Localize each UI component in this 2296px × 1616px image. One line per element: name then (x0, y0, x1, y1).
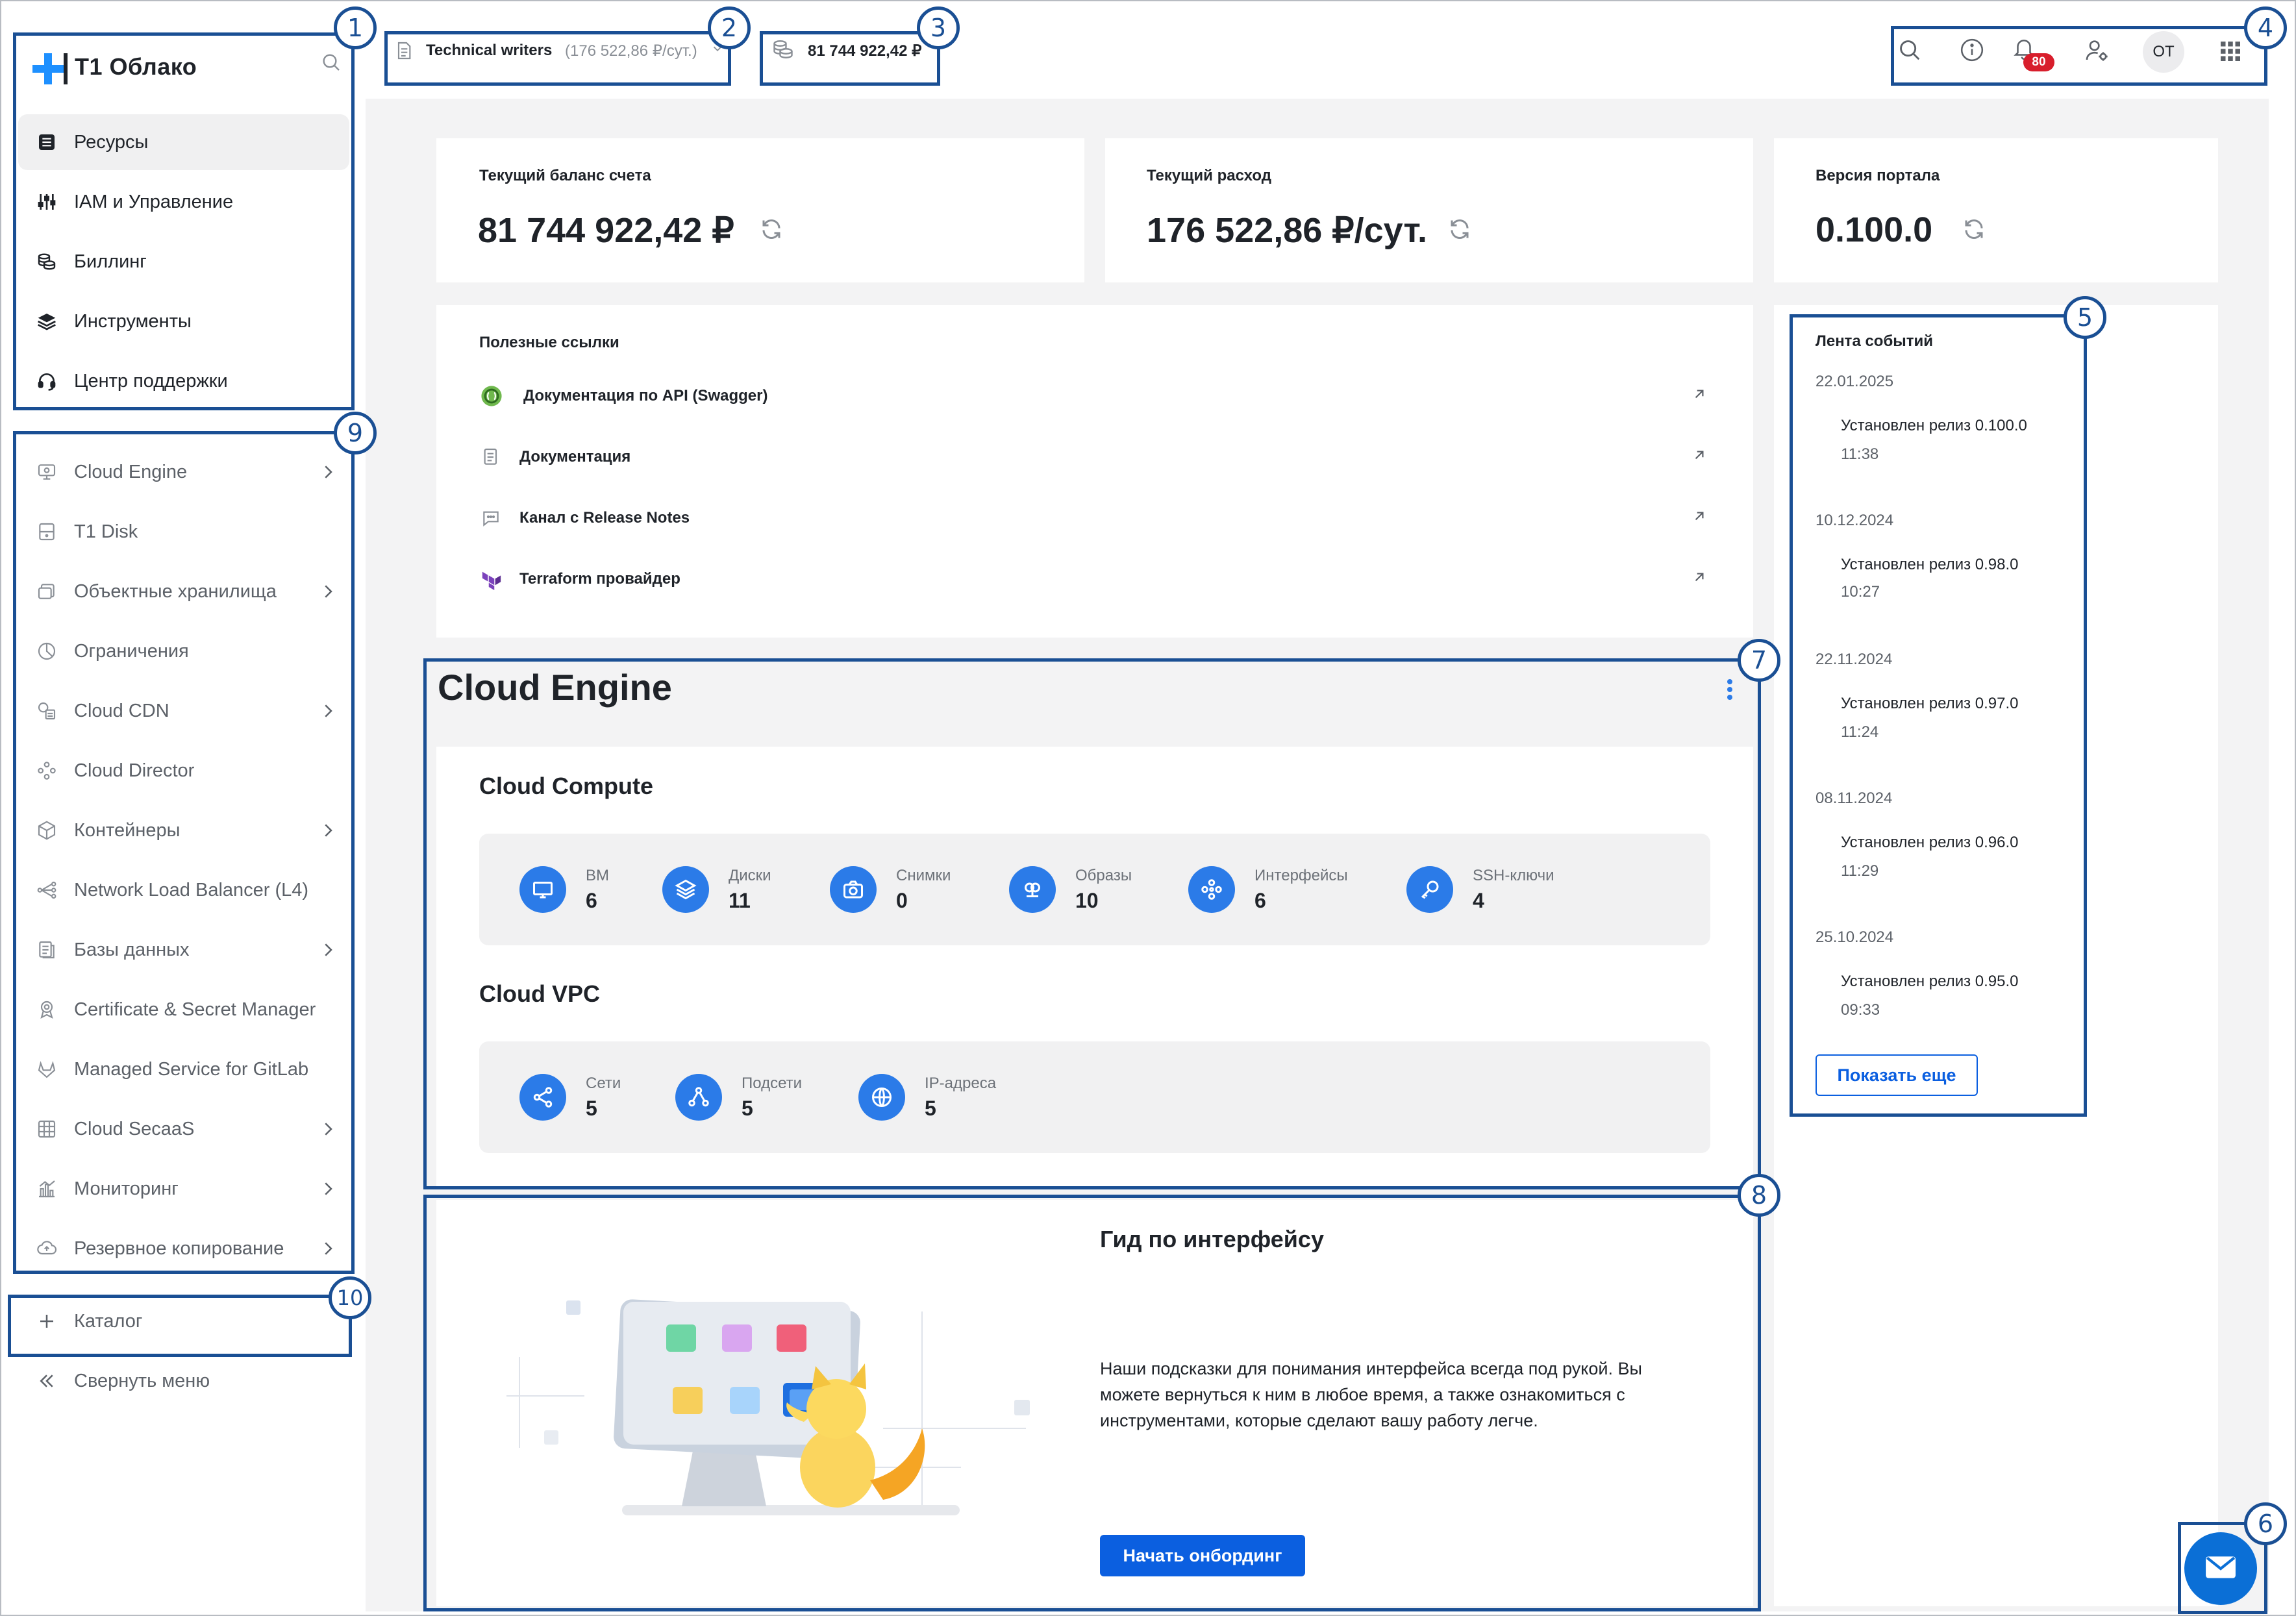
link-swagger[interactable]: Документация по API (Swagger) (480, 377, 1708, 416)
annotation-badge: 7 (1738, 639, 1780, 682)
version-value: 0.100.0 (1816, 210, 1933, 249)
annotation-box (1790, 314, 2087, 1117)
refresh-icon[interactable] (1448, 218, 1471, 244)
link-label: Канал с Release Notes (519, 509, 690, 527)
annotation-box (423, 658, 1761, 1189)
annotation-box (760, 31, 940, 86)
balance-label: Текущий баланс счета (479, 167, 651, 184)
annotation-badge: 5 (2064, 296, 2106, 339)
version-label: Версия портала (1816, 167, 1940, 184)
terraform-icon (480, 568, 506, 590)
external-link-icon (1691, 508, 1708, 529)
external-link-icon (1691, 386, 1708, 407)
annotation-badge: 4 (2244, 6, 2287, 49)
external-link-icon (1691, 447, 1708, 468)
balance-value: 81 744 922,42 ₽ (478, 211, 734, 250)
spend-value: 176 522,86 ₽/сут. (1147, 211, 1428, 250)
annotation-badge: 1 (334, 6, 377, 49)
collapse-menu-button[interactable]: Свернуть меню (18, 1353, 349, 1409)
annotation-box (13, 431, 355, 1274)
annotation-badge: 9 (334, 412, 377, 454)
annotation-box (1891, 26, 2267, 86)
link-label: Документация (519, 448, 631, 466)
useful-links-title: Полезные ссылки (479, 334, 619, 351)
collapse-label: Свернуть меню (74, 1370, 210, 1391)
annotation-badge: 10 (329, 1276, 371, 1319)
annotation-box (384, 31, 731, 86)
link-documentation[interactable]: Документация (480, 438, 1708, 477)
link-label: Документация по API (Swagger) (523, 387, 768, 404)
annotation-box (8, 1295, 352, 1357)
annotation-box (13, 32, 355, 410)
spend-card: Текущий расход 176 522,86 ₽/сут. (1105, 138, 1753, 282)
version-card: Версия портала 0.100.0 (1774, 138, 2218, 282)
double-chevron-left-icon (34, 1368, 60, 1394)
external-link-icon (1691, 569, 1708, 590)
annotation-badge: 8 (1738, 1174, 1780, 1217)
spend-label: Текущий расход (1147, 167, 1271, 184)
refresh-icon[interactable] (760, 218, 783, 244)
annotation-badge: 3 (917, 6, 960, 49)
link-release-notes[interactable]: Канал с Release Notes (480, 499, 1708, 538)
refresh-icon[interactable] (1962, 218, 1986, 244)
link-label: Terraform провайдер (519, 570, 680, 588)
annotation-badge: 6 (2244, 1502, 2287, 1545)
chat-icon (480, 508, 506, 528)
link-terraform[interactable]: Terraform провайдер (480, 560, 1708, 599)
balance-card: Текущий баланс счета 81 744 922,42 ₽ (436, 138, 1084, 282)
annotation-box (423, 1195, 1761, 1611)
annotation-badge: 2 (708, 6, 751, 49)
swagger-icon (480, 385, 506, 407)
document-icon (480, 447, 506, 467)
